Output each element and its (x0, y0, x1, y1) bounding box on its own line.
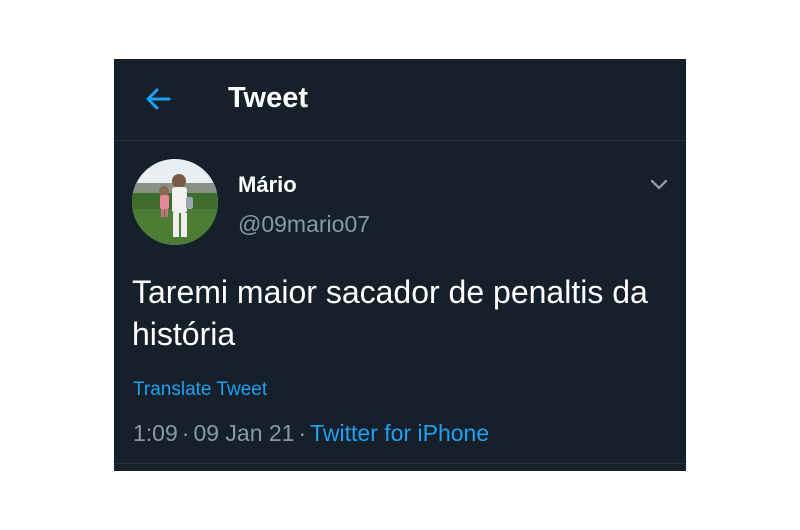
separator-dot: · (298, 420, 307, 446)
author-handle[interactable]: @09mario07 (238, 209, 370, 239)
tweet-date: 09 Jan 21 (193, 420, 295, 446)
back-button[interactable] (142, 83, 174, 115)
tweet-detail-screen: Tweet Mário @09mario07 Taremi maior saca… (114, 59, 686, 471)
tweet-menu-button[interactable] (645, 172, 673, 196)
chevron-down-icon (650, 179, 668, 190)
tweet-metadata: 1:09 · 09 Jan 21 · Twitter for iPhone (133, 418, 489, 448)
arrow-left-icon (146, 88, 171, 110)
divider (114, 463, 686, 464)
tweet-text: Taremi maior sacador de penaltis da hist… (132, 274, 648, 352)
author-display-name[interactable]: Mário (238, 171, 297, 199)
avatar[interactable] (132, 159, 218, 245)
tweet-time: 1:09 (133, 420, 178, 446)
separator-dot: · (181, 420, 190, 446)
tweet-source-link[interactable]: Twitter for iPhone (310, 420, 489, 446)
translate-tweet-link[interactable]: Translate Tweet (133, 377, 267, 403)
top-bar: Tweet (114, 59, 686, 141)
page-title: Tweet (228, 82, 309, 114)
